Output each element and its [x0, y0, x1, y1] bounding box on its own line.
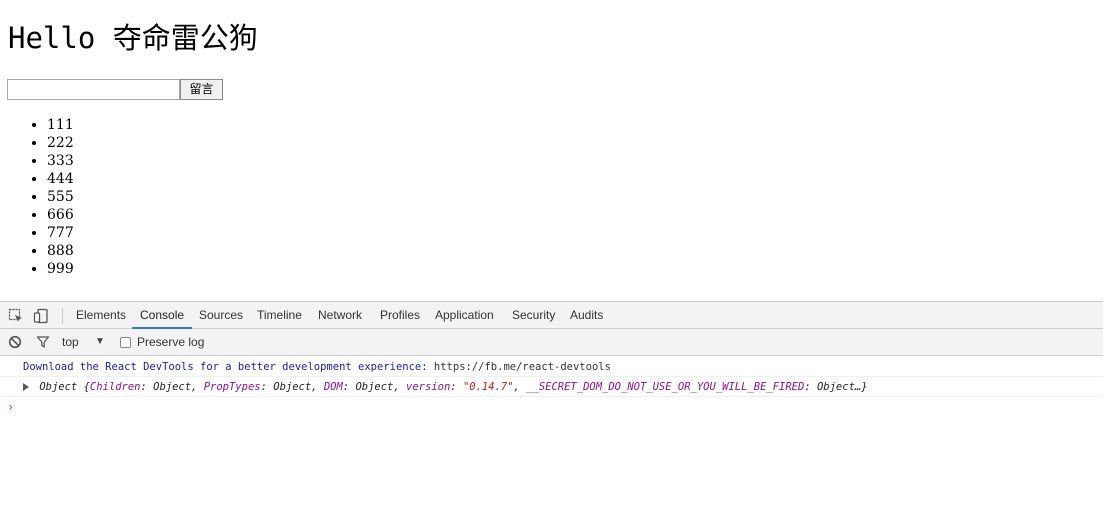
clear-console-icon[interactable]: [6, 333, 24, 351]
console-info-text: Download the React DevTools for a better…: [23, 361, 434, 373]
list-item: 999: [47, 260, 74, 278]
object-string-value: "0.14.7": [462, 381, 514, 393]
console-toolbar: top ▼ Preserve log: [0, 329, 1103, 356]
device-toolbar-icon[interactable]: [32, 307, 50, 325]
tab-elements[interactable]: Elements: [68, 302, 134, 329]
object-separator: :: [450, 381, 463, 393]
list-item: 333: [47, 152, 74, 170]
list-item: 111: [47, 116, 74, 134]
list-item: 444: [47, 170, 74, 188]
console-link[interactable]: https://fb.me/react-devtools: [434, 361, 611, 373]
toolbar-divider: [62, 308, 63, 324]
devtools-tab-bar: Elements Console Sources Timeline Networ…: [0, 301, 1103, 329]
filter-icon[interactable]: [34, 333, 52, 351]
tab-application[interactable]: Application: [427, 302, 502, 329]
expand-triangle-icon[interactable]: [23, 383, 29, 391]
message-list: 111 222 333 444 555 666 777 888 999: [0, 116, 74, 278]
chevron-down-icon[interactable]: ▼: [95, 329, 105, 355]
object-separator: ,: [513, 381, 527, 393]
page-title: Hello 夺命雷公狗: [8, 21, 258, 55]
list-item: 777: [47, 224, 74, 242]
object-value: : Object,: [342, 381, 407, 393]
console-prompt-icon: ›: [7, 400, 15, 414]
object-key: PropTypes: [203, 381, 261, 393]
object-value: : Object,: [140, 381, 204, 393]
list-item: 888: [47, 242, 74, 260]
tab-sources[interactable]: Sources: [191, 302, 251, 329]
object-value: : Object,: [260, 381, 324, 393]
console-message: Object {Children: Object, PropTypes: Obj…: [0, 377, 1103, 397]
tab-network[interactable]: Network: [310, 302, 370, 329]
list-item: 555: [47, 188, 74, 206]
tab-audits[interactable]: Audits: [562, 302, 611, 329]
tab-security[interactable]: Security: [504, 302, 563, 329]
tab-timeline[interactable]: Timeline: [249, 302, 310, 329]
submit-comment-button[interactable]: 留言: [180, 79, 223, 100]
page-content: Hello 夺命雷公狗 留言 111 222 333 444 555 666 7…: [0, 0, 1103, 301]
console-message: Download the React DevTools for a better…: [0, 357, 1103, 377]
list-item: 222: [47, 134, 74, 152]
object-key: Children: [89, 381, 141, 393]
devtools-panel: Elements Console Sources Timeline Networ…: [0, 301, 1103, 520]
object-key: DOM: [323, 381, 343, 393]
inspect-element-icon[interactable]: [7, 307, 25, 325]
object-key: __SECRET_DOM_DO_NOT_USE_OR_YOU_WILL_BE_F…: [526, 381, 805, 393]
context-selector[interactable]: top: [62, 329, 79, 355]
console-prompt-line[interactable]: ›: [0, 397, 1103, 417]
comment-input[interactable]: [7, 79, 180, 100]
tab-profiles[interactable]: Profiles: [372, 302, 428, 329]
object-prefix: Object {: [39, 381, 90, 393]
tab-console[interactable]: Console: [132, 302, 193, 329]
preserve-log-checkbox[interactable]: [120, 337, 131, 348]
list-item: 666: [47, 206, 74, 224]
preserve-log-label[interactable]: Preserve log: [137, 329, 204, 355]
object-key: version: [406, 381, 451, 393]
object-value: : Object…}: [804, 381, 868, 393]
